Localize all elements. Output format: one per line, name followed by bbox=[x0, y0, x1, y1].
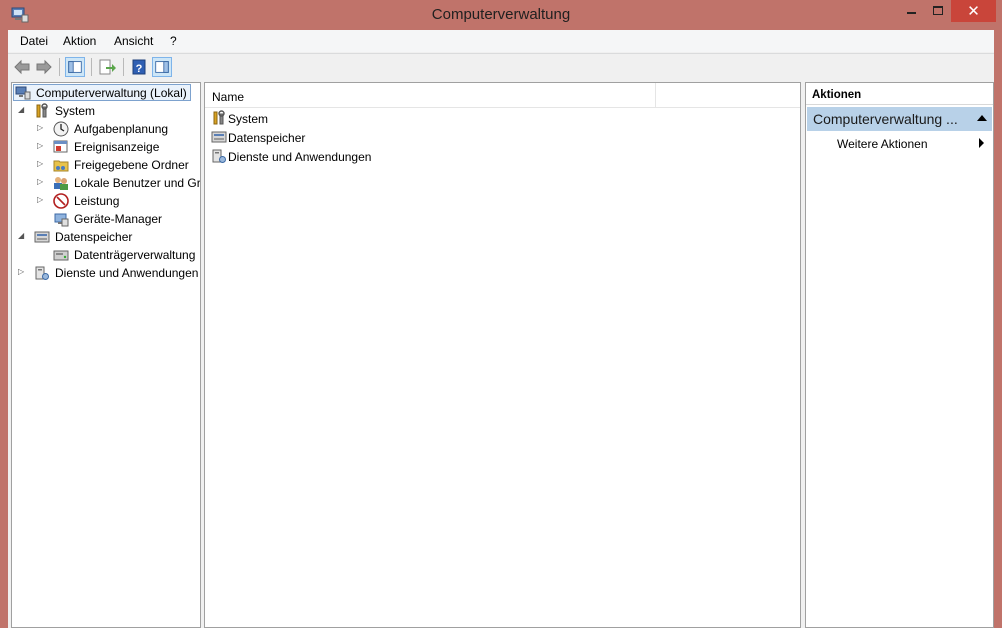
minimize-button[interactable] bbox=[897, 0, 925, 22]
actions-pane: Aktionen Computerverwaltung ... Weitere … bbox=[805, 82, 994, 628]
column-header-row: Name bbox=[205, 83, 800, 108]
expand-arrow-icon[interactable]: ▷ bbox=[18, 267, 27, 276]
tree-item-freigegebene-ordner[interactable]: ▷ Freigegebene Ordner bbox=[12, 156, 200, 174]
toolbar: ? bbox=[8, 53, 994, 80]
list-item-label: Datenspeicher bbox=[228, 131, 306, 145]
collapse-triangle-icon[interactable] bbox=[977, 115, 987, 121]
show-actions-icon[interactable] bbox=[152, 57, 172, 77]
expand-arrow-icon[interactable]: ▷ bbox=[37, 141, 46, 150]
toolbar-separator bbox=[91, 58, 92, 76]
system-tools-icon bbox=[36, 103, 48, 118]
list-item-system[interactable]: System bbox=[211, 110, 461, 128]
tree-item-label: Lokale Benutzer und Gruppen bbox=[74, 176, 201, 190]
tree-item-lokale-benutzer[interactable]: ▷ Lokale Benutzer und Gruppen bbox=[12, 174, 200, 192]
tree-item-label: Computerverwaltung (Lokal) bbox=[36, 86, 187, 100]
tree-item-label: System bbox=[55, 104, 96, 118]
title-bar: Computerverwaltung ✕ bbox=[0, 0, 1002, 30]
collapse-arrow-icon[interactable]: ◢ bbox=[18, 231, 27, 240]
column-header-name[interactable]: Name bbox=[212, 90, 244, 104]
help-icon[interactable]: ? bbox=[129, 57, 149, 77]
tree-item-label: Aufgabenplanung bbox=[74, 122, 169, 136]
shared-folder-icon bbox=[53, 160, 69, 172]
users-icon bbox=[54, 177, 68, 190]
tree-item-label: Datenträgerverwaltung bbox=[74, 248, 196, 262]
tree-item-label: Freigegebene Ordner bbox=[74, 158, 189, 172]
tree-item-geraete-manager[interactable]: Geräte-Manager bbox=[12, 210, 200, 228]
performance-icon bbox=[53, 193, 69, 209]
tree-item-label: Dienste und Anwendungen bbox=[55, 266, 199, 280]
close-icon: ✕ bbox=[967, 3, 980, 20]
list-item-label: Dienste und Anwendungen bbox=[228, 150, 372, 164]
tree-item-computerverwaltung[interactable]: Computerverwaltung (Lokal) bbox=[12, 84, 200, 102]
storage-icon bbox=[211, 131, 227, 143]
list-item-dienste[interactable]: Dienste und Anwendungen bbox=[211, 148, 461, 166]
services-icon bbox=[212, 149, 226, 163]
toolbar-separator bbox=[123, 58, 124, 76]
divider bbox=[806, 104, 993, 105]
device-manager-icon bbox=[54, 213, 69, 227]
tree-item-system[interactable]: ◢ System bbox=[12, 102, 200, 120]
tree-item-datenspeicher[interactable]: ◢ Datenspeicher bbox=[12, 228, 200, 246]
list-item-label: System bbox=[228, 112, 269, 126]
tree-item-dienste[interactable]: ▷ Dienste und Anwendungen bbox=[12, 264, 200, 282]
actions-section-label: Computerverwaltung ... bbox=[813, 111, 958, 127]
close-button[interactable]: ✕ bbox=[951, 0, 996, 22]
svg-text:?: ? bbox=[136, 63, 143, 75]
menu-bar: Datei Aktion Ansicht ? bbox=[8, 30, 994, 52]
window-title: Computerverwaltung bbox=[431, 6, 571, 23]
show-tree-icon[interactable] bbox=[65, 57, 85, 77]
menu-datei[interactable]: Datei bbox=[20, 34, 48, 48]
back-icon[interactable] bbox=[12, 57, 32, 77]
tree-item-label: Ereignisanzeige bbox=[74, 140, 160, 154]
expand-arrow-icon[interactable]: ▷ bbox=[37, 177, 46, 186]
actions-section-header[interactable]: Computerverwaltung ... bbox=[807, 107, 992, 131]
maximize-button[interactable] bbox=[925, 0, 951, 22]
menu-aktion[interactable]: Aktion bbox=[63, 34, 96, 48]
system-tools-icon bbox=[213, 110, 225, 125]
tree-item-label: Geräte-Manager bbox=[74, 212, 163, 226]
window-client: Datei Aktion Ansicht ? ? Computerverwalt… bbox=[8, 30, 994, 628]
expand-arrow-icon[interactable]: ▷ bbox=[37, 123, 46, 132]
expand-arrow-icon[interactable]: ▷ bbox=[37, 159, 46, 168]
list-item-datenspeicher[interactable]: Datenspeicher bbox=[211, 129, 461, 147]
tree-item-ereignisanzeige[interactable]: ▷ Ereignisanzeige bbox=[12, 138, 200, 156]
services-icon bbox=[35, 266, 49, 280]
collapse-arrow-icon[interactable]: ◢ bbox=[18, 105, 27, 114]
tree-item-leistung[interactable]: ▷ Leistung bbox=[12, 192, 200, 210]
event-viewer-icon bbox=[53, 140, 68, 153]
list-pane: Name System Datenspeicher Dienste und An… bbox=[204, 82, 801, 628]
toolbar-separator bbox=[59, 58, 60, 76]
menu-help[interactable]: ? bbox=[170, 34, 177, 48]
storage-icon bbox=[34, 231, 50, 243]
computer-management-icon bbox=[15, 86, 31, 100]
export-list-icon[interactable] bbox=[97, 57, 117, 77]
tree-item-datentraegerverwaltung[interactable]: Datenträgerverwaltung bbox=[12, 246, 200, 264]
menu-ansicht[interactable]: Ansicht bbox=[114, 34, 153, 48]
actions-title: Aktionen bbox=[812, 89, 862, 101]
column-divider[interactable] bbox=[655, 83, 656, 107]
expand-arrow-icon[interactable]: ▷ bbox=[37, 195, 46, 204]
clock-icon bbox=[53, 121, 69, 137]
submenu-arrow-icon[interactable] bbox=[979, 138, 984, 148]
tree-pane: Computerverwaltung (Lokal) ◢ System ▷ Au… bbox=[11, 82, 201, 628]
tree-item-label: Leistung bbox=[74, 194, 120, 208]
forward-icon[interactable] bbox=[34, 57, 54, 77]
tree-item-aufgabenplanung[interactable]: ▷ Aufgabenplanung bbox=[12, 120, 200, 138]
tree-item-label: Datenspeicher bbox=[55, 230, 133, 244]
disk-management-icon bbox=[53, 250, 69, 261]
more-actions-item[interactable]: Weitere Aktionen bbox=[837, 137, 928, 151]
